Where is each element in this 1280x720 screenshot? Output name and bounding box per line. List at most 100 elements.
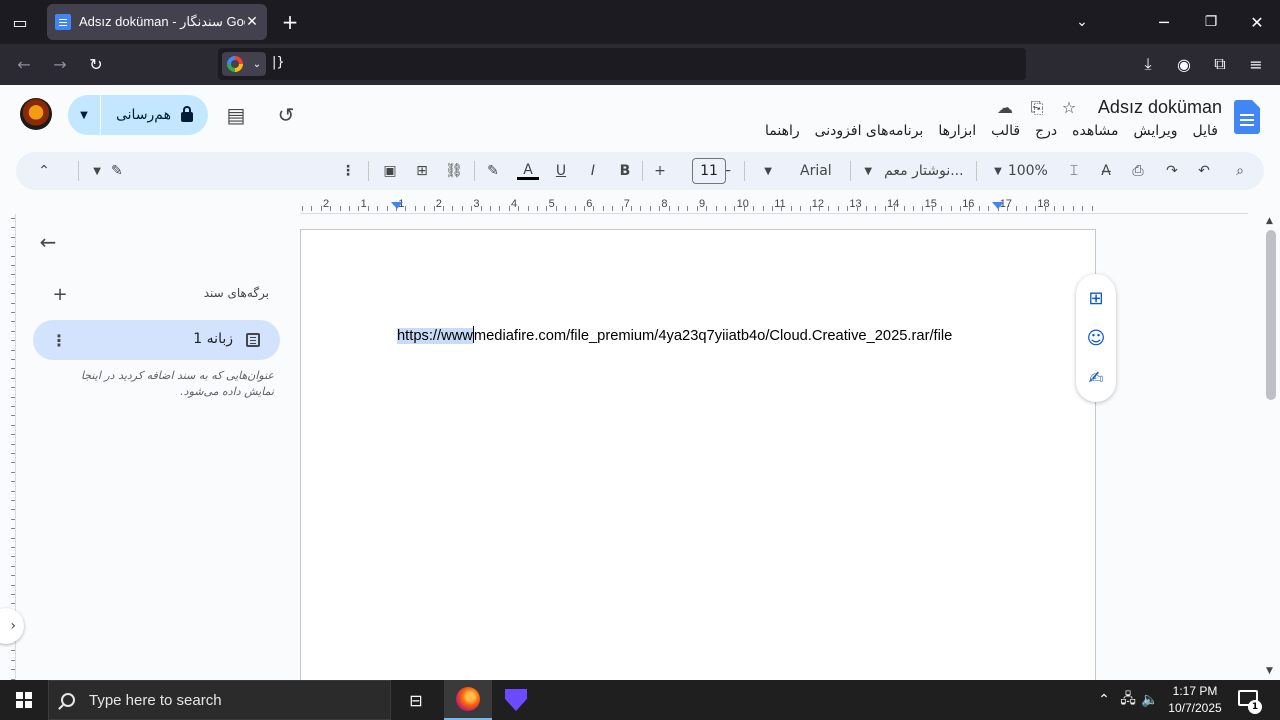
network-icon[interactable]: 🖧 <box>1118 690 1138 710</box>
scroll-thumb[interactable] <box>1266 230 1276 400</box>
docs-logo-icon[interactable] <box>1234 100 1260 134</box>
vruler-tick <box>11 537 15 539</box>
font-size-input[interactable]: 11 <box>692 158 726 184</box>
menu-edit[interactable]: ویرایش <box>1134 123 1178 139</box>
vruler-tick <box>11 471 15 473</box>
url-text[interactable]: |} <box>272 55 285 70</box>
italic-icon[interactable]: I <box>582 159 604 183</box>
menu-view[interactable]: مشاهده <box>1072 123 1118 139</box>
system-clock[interactable]: 1:17 PM 10/7/2025 <box>1160 683 1230 717</box>
redo-icon[interactable]: ↷ <box>1160 159 1184 183</box>
share-label: هم‌رسانی <box>115 107 172 123</box>
forward-icon[interactable]: → <box>46 50 74 78</box>
left-indent-marker[interactable] <box>391 202 403 209</box>
spellcheck-icon[interactable]: A̶ <box>1094 159 1118 183</box>
url-bar[interactable]: ⌄ |} <box>218 48 1026 80</box>
text-color-icon[interactable]: A <box>516 159 540 183</box>
account-icon[interactable]: ◉ <box>1170 50 1198 78</box>
undo-icon[interactable]: ↶ <box>1192 159 1216 183</box>
menu-icon[interactable]: ≡ <box>1242 50 1270 78</box>
tab-options-icon[interactable]: ⋮ <box>51 328 67 352</box>
more-options-icon[interactable]: ⋮ <box>338 159 358 183</box>
print-icon[interactable]: ⎙ <box>1126 159 1150 183</box>
style-select[interactable]: ▼ نوشتار معم... <box>858 159 970 183</box>
comments-icon[interactable]: ▤ <box>224 103 248 127</box>
back-icon[interactable]: ← <box>10 50 38 78</box>
expand-sidebar-button[interactable]: › <box>0 608 24 644</box>
ruler-tick <box>1035 206 1037 211</box>
menu-format[interactable]: قالب <box>991 123 1020 139</box>
vruler-tick <box>11 453 15 454</box>
add-comment-float-icon[interactable]: ⊞ <box>1084 286 1108 310</box>
suggest-edits-icon[interactable]: ✍ <box>1084 366 1108 390</box>
collapse-toolbar-icon[interactable]: ⌃ <box>32 159 56 183</box>
zoom-select[interactable]: ▼ 100% <box>986 159 1056 183</box>
editing-mode-select[interactable]: ▼ ✎ <box>86 159 130 183</box>
tab-list-icon[interactable]: ▭ <box>6 8 34 36</box>
close-tab-icon[interactable]: ✕ <box>245 14 259 30</box>
avatar[interactable] <box>20 98 52 130</box>
search-menus-icon[interactable]: ⌕ <box>1228 159 1252 183</box>
share-button[interactable]: هم‌رسانی <box>101 95 208 135</box>
download-icon[interactable]: ⤓ <box>1134 50 1162 78</box>
ruler-tick <box>311 206 313 211</box>
increase-font-size-icon[interactable]: + <box>650 159 670 183</box>
document-text-line[interactable]: https://wwwmediafire.com/file_premium/4y… <box>397 326 952 344</box>
menu-file[interactable]: فایل <box>1193 123 1218 139</box>
maximize-icon[interactable]: ❐ <box>1197 8 1225 36</box>
chevron-down-icon[interactable]: ⌄ <box>1068 8 1096 36</box>
font-select[interactable]: ▼ Arial <box>752 159 844 183</box>
document-text[interactable]: mediafire.com/file_premium/4ya23q7yiiatb… <box>474 328 952 344</box>
new-tab-icon[interactable]: + <box>276 8 304 36</box>
menu-extensions[interactable]: برنامه‌های افزودنی <box>815 123 924 139</box>
paint-format-icon[interactable]: ⌶ <box>1062 159 1086 183</box>
scroll-down-icon[interactable]: ▼ <box>1266 666 1273 676</box>
add-comment-icon[interactable]: ⊞ <box>410 159 434 183</box>
cloud-status-icon[interactable]: ☁ <box>994 98 1016 118</box>
ruler-tick <box>866 206 867 211</box>
search-engine-button[interactable]: ⌄ <box>222 52 266 76</box>
ruler-tick <box>537 206 538 211</box>
proton-vpn-taskbar-button[interactable] <box>492 680 540 720</box>
history-icon[interactable]: ↺ <box>274 103 298 127</box>
underline-icon[interactable]: U <box>550 159 572 183</box>
menu-help[interactable]: راهنما <box>765 123 800 139</box>
emoji-reaction-icon[interactable]: ☺ <box>1084 326 1108 350</box>
pencil-icon: ✎ <box>110 163 123 179</box>
document-title[interactable]: Adsız doküman <box>1098 97 1222 118</box>
add-tab-icon[interactable]: + <box>50 282 70 306</box>
browser-tab[interactable]: Adsız doküman - سندنگار Google ✕ <box>47 4 267 40</box>
ruler-tick <box>790 206 792 211</box>
vertical-scrollbar[interactable]: ▲ ▼ <box>1262 214 1280 680</box>
minimize-icon[interactable]: ─ <box>1150 8 1178 36</box>
ruler-tick <box>565 206 567 211</box>
vruler-tick <box>11 481 15 483</box>
sidebar-tab-item[interactable]: ⋮ زبانه 1 <box>33 320 280 360</box>
menu-tools[interactable]: ابزارها <box>938 123 976 139</box>
extensions-icon[interactable]: ⧉ <box>1206 50 1234 78</box>
highlight-icon[interactable]: ✎ <box>482 159 504 183</box>
share-dropdown-button[interactable]: ▼ <box>68 95 101 135</box>
menu-insert[interactable]: درج <box>1035 123 1057 139</box>
reload-icon[interactable]: ↻ <box>82 50 110 78</box>
insert-image-icon[interactable]: ▣ <box>378 159 402 183</box>
move-folder-icon[interactable]: ⎘ <box>1026 98 1048 118</box>
star-icon[interactable]: ☆ <box>1058 98 1080 118</box>
bold-icon[interactable]: B <box>614 159 636 183</box>
back-arrow-icon[interactable]: ← <box>36 230 60 254</box>
document-page[interactable]: https://wwwmediafire.com/file_premium/4y… <box>300 229 1096 689</box>
vruler-tick <box>11 293 15 295</box>
horizontal-ruler[interactable]: 2 1 1 2 3 4 5 6 7 8 9 10 11 12 13 14 15 16 17 18 <box>300 196 1100 214</box>
firefox-taskbar-button[interactable] <box>444 680 492 720</box>
right-indent-marker[interactable] <box>992 202 1004 209</box>
close-icon[interactable]: ✕ <box>1243 8 1271 36</box>
selected-text[interactable]: https://www <box>397 328 473 344</box>
taskbar-search-input[interactable]: Type here to search <box>48 680 391 720</box>
tray-overflow-icon[interactable]: ⌃ <box>1094 690 1114 710</box>
scroll-up-icon[interactable]: ▲ <box>1266 216 1273 226</box>
insert-link-icon[interactable]: ⛓ <box>442 159 466 183</box>
task-view-button[interactable]: ⊟ <box>392 680 440 720</box>
volume-muted-icon[interactable]: 🔈 <box>1140 690 1160 710</box>
windows-start-icon[interactable] <box>16 692 32 708</box>
ruler-tick <box>819 206 820 211</box>
